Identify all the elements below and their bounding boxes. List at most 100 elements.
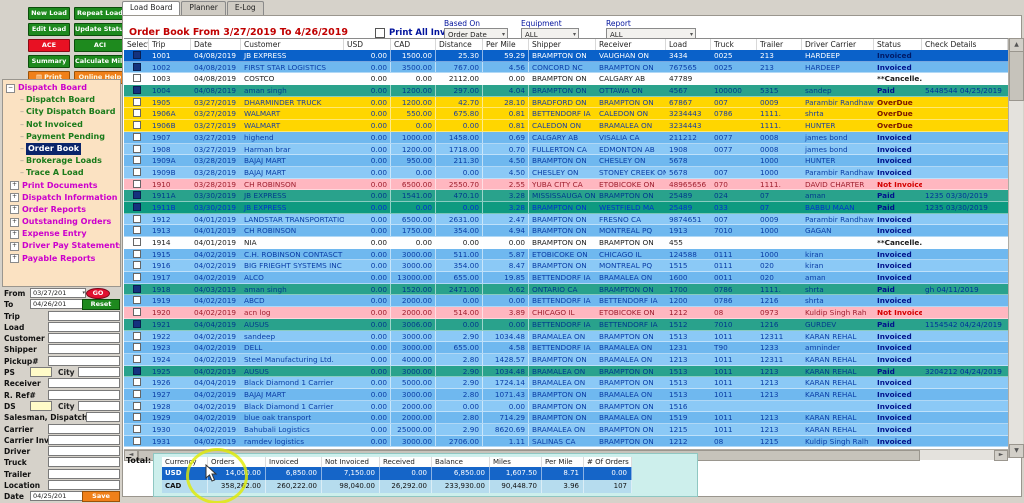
- location-field[interactable]: [48, 480, 120, 490]
- select-cell[interactable]: [124, 155, 149, 166]
- scroll-up-icon[interactable]: ▲: [1009, 38, 1024, 52]
- select-cell[interactable]: [124, 73, 149, 84]
- table-row-trip-1917[interactable]: 191704/02/2019ALCO0.0013000.00655.0019.8…: [124, 272, 1008, 284]
- row-checkbox[interactable]: [133, 133, 141, 141]
- row-checkbox[interactable]: [133, 121, 141, 129]
- vertical-scroll-thumb[interactable]: [1009, 51, 1024, 101]
- row-checkbox[interactable]: [133, 425, 141, 433]
- salesman-dispatcher-field[interactable]: [86, 412, 120, 422]
- row-checkbox[interactable]: [133, 390, 141, 398]
- to-date-select[interactable]: 04/26/201▾: [30, 299, 86, 309]
- carrier-field[interactable]: [48, 424, 120, 434]
- row-checkbox[interactable]: [133, 145, 141, 153]
- ps-city-field[interactable]: [78, 367, 120, 377]
- select-cell[interactable]: [124, 331, 149, 342]
- expand-icon[interactable]: +: [10, 205, 19, 214]
- select-cell[interactable]: [124, 202, 149, 213]
- tab-load-board[interactable]: Load Board: [122, 1, 180, 15]
- select-cell[interactable]: [124, 190, 149, 201]
- table-row-trip-1926[interactable]: 192604/04/2019Black Diamond 1 Carrier0.0…: [124, 377, 1008, 389]
- select-cell[interactable]: [124, 108, 149, 119]
- tab-e-log[interactable]: E-Log: [227, 1, 264, 15]
- table-row-trip-1916[interactable]: 191604/02/2019BIG FRIEGHT SYSTEMS INC0.0…: [124, 260, 1008, 272]
- sidebar-item-order-book[interactable]: –Order Book: [3, 143, 120, 155]
- row-checkbox[interactable]: [133, 191, 141, 199]
- expand-icon[interactable]: +: [10, 230, 19, 239]
- table-row-trip-1930[interactable]: 193004/02/2019Bahubali Logistics0.002500…: [124, 424, 1008, 436]
- select-cell[interactable]: [124, 144, 149, 155]
- collapse-icon[interactable]: −: [6, 84, 15, 93]
- pickup-field[interactable]: [48, 356, 120, 366]
- table-row-trip-1907[interactable]: 190703/27/2019highend0.001000.001458.000…: [124, 132, 1008, 144]
- table-row-trip-1931[interactable]: 193104/02/2019ramdev logistics0.003000.0…: [124, 436, 1008, 448]
- table-row-trip-1915[interactable]: 191504/02/2019C.H. ROBINSON CONTASCT0.00…: [124, 249, 1008, 261]
- table-row-trip-1001[interactable]: 100104/08/2019JB EXPRESS0.001500.0025.30…: [124, 50, 1008, 62]
- tab-planner[interactable]: Planner: [181, 1, 225, 15]
- row-checkbox[interactable]: [133, 98, 141, 106]
- select-cell[interactable]: [124, 342, 149, 353]
- row-checkbox[interactable]: [133, 378, 141, 386]
- carrier-invoice-field[interactable]: [48, 435, 120, 445]
- reset-button[interactable]: Reset: [82, 299, 120, 310]
- row-checkbox[interactable]: [133, 86, 141, 94]
- load-field[interactable]: [48, 322, 120, 332]
- ds-city-field[interactable]: [78, 401, 120, 411]
- r-ref-field[interactable]: [48, 390, 120, 400]
- table-row-trip-1920[interactable]: 192004/02/2019acn log0.002000.00514.003.…: [124, 307, 1008, 319]
- update-status-button[interactable]: Update Status: [74, 23, 126, 36]
- row-checkbox[interactable]: [133, 74, 141, 82]
- select-cell[interactable]: [124, 237, 149, 248]
- table-row-trip-1905[interactable]: 190503/27/2019DHARMINDER TRUCK0.001200.0…: [124, 97, 1008, 109]
- row-checkbox[interactable]: [133, 180, 141, 188]
- row-checkbox[interactable]: [133, 285, 141, 293]
- table-row-trip-1906b[interactable]: 1906B03/27/2019WALMART0.000.000.000.81CA…: [124, 120, 1008, 132]
- table-row-trip-1912[interactable]: 191204/01/2019LANDSTAR TRANSPORTATION0.0…: [124, 214, 1008, 226]
- row-checkbox[interactable]: [133, 308, 141, 316]
- row-checkbox[interactable]: [133, 109, 141, 117]
- table-row-trip-1913[interactable]: 191304/01/2019CH ROBINSON0.001750.00354.…: [124, 225, 1008, 237]
- table-row-trip-1928[interactable]: 192804/02/2019Black Diamond 1 Carrier0.0…: [124, 401, 1008, 413]
- select-cell[interactable]: [124, 377, 149, 388]
- calculate-miles-button[interactable]: Calculate Miles: [74, 55, 126, 68]
- row-checkbox[interactable]: [133, 355, 141, 363]
- table-row-trip-1908[interactable]: 190803/27/2019Harman brar0.001200.001718…: [124, 144, 1008, 156]
- table-row-trip-1909b[interactable]: 1909B03/28/2019BAJAJ MART0.000.000.004.5…: [124, 167, 1008, 179]
- ace-button[interactable]: ACE: [28, 39, 70, 52]
- expand-icon[interactable]: +: [10, 218, 19, 227]
- select-cell[interactable]: [124, 412, 149, 423]
- row-checkbox[interactable]: [133, 168, 141, 176]
- row-checkbox[interactable]: [133, 402, 141, 410]
- checkbox-icon[interactable]: [375, 28, 385, 38]
- table-row-trip-1923[interactable]: 192304/02/2019DELL0.003000.00655.004.58B…: [124, 342, 1008, 354]
- from-date-select[interactable]: 03/27/201▾: [30, 288, 86, 298]
- row-checkbox[interactable]: [133, 320, 141, 328]
- row-checkbox[interactable]: [133, 226, 141, 234]
- select-cell[interactable]: [124, 167, 149, 178]
- ps-field[interactable]: [30, 367, 52, 377]
- select-cell[interactable]: [124, 179, 149, 190]
- table-row-trip-1004[interactable]: 100404/08/2019aman singh0.001200.00297.0…: [124, 85, 1008, 97]
- select-cell[interactable]: [124, 436, 149, 447]
- save-button[interactable]: Save: [82, 491, 120, 502]
- summary-button[interactable]: Summary: [28, 55, 70, 68]
- table-row-trip-1927[interactable]: 192704/02/2019BAJAJ MART0.003000.002.801…: [124, 389, 1008, 401]
- select-cell[interactable]: [124, 214, 149, 225]
- row-checkbox[interactable]: [133, 250, 141, 258]
- row-checkbox[interactable]: [133, 238, 141, 246]
- select-cell[interactable]: [124, 62, 149, 73]
- select-cell[interactable]: [124, 260, 149, 271]
- select-cell[interactable]: [124, 366, 149, 377]
- table-row-trip-1922[interactable]: 192204/02/2019sandeep0.003000.002.901034…: [124, 331, 1008, 343]
- table-row-trip-1914[interactable]: 191404/01/2019NIA0.000.000.000.00BRAMPTO…: [124, 237, 1008, 249]
- select-cell[interactable]: [124, 284, 149, 295]
- select-cell[interactable]: [124, 249, 149, 260]
- row-checkbox[interactable]: [133, 203, 141, 211]
- table-row-trip-1910[interactable]: 191003/28/2019CH ROBINSON0.006500.002550…: [124, 179, 1008, 191]
- sidebar-item-print-documents[interactable]: +Print Documents: [3, 180, 120, 192]
- truck-field[interactable]: [48, 457, 120, 467]
- scroll-down-icon[interactable]: ▼: [1009, 444, 1024, 458]
- row-checkbox[interactable]: [133, 332, 141, 340]
- customer-field[interactable]: [48, 333, 120, 343]
- date-date-select[interactable]: 04/25/201▾: [30, 491, 86, 501]
- select-cell[interactable]: [124, 401, 149, 412]
